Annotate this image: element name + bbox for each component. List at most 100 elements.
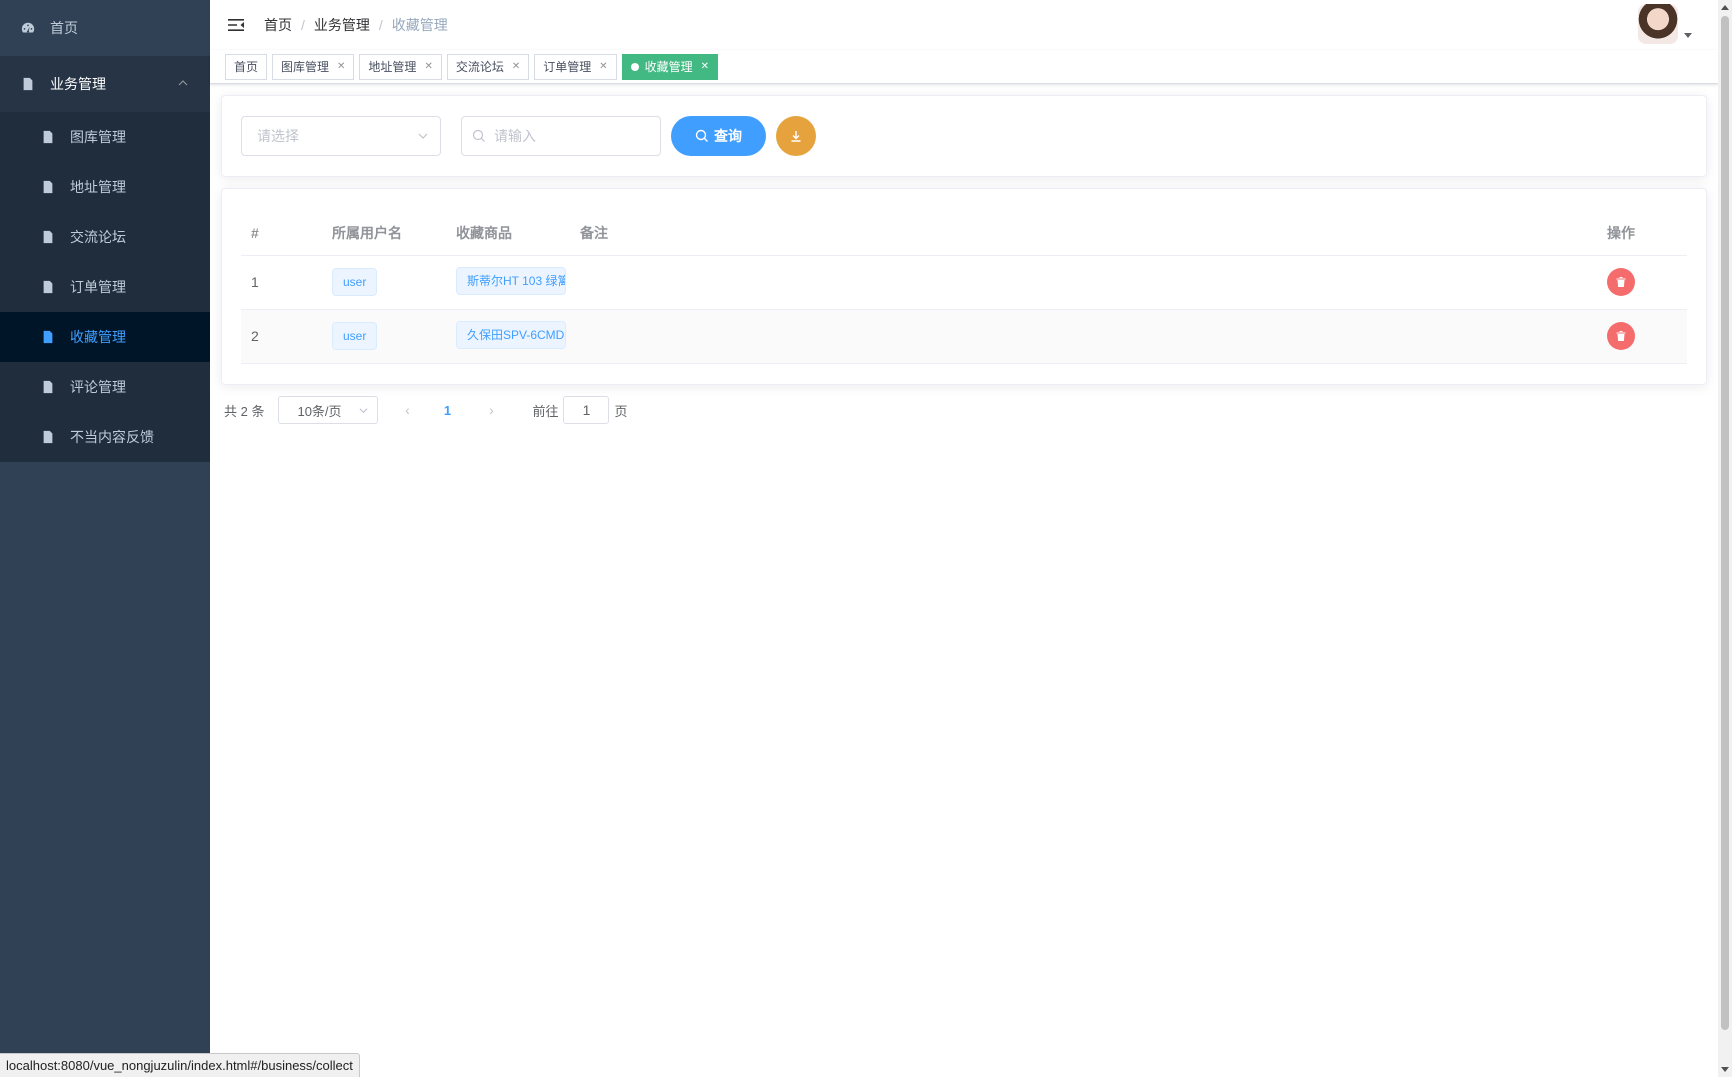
tag-collect[interactable]: 收藏管理 ✕ <box>621 53 719 80</box>
sidebar-item-label: 收藏管理 <box>70 329 126 345</box>
sidebar-item-forum[interactable]: 交流论坛 <box>0 212 210 262</box>
close-icon[interactable]: ✕ <box>424 61 432 72</box>
close-icon[interactable]: ✕ <box>337 61 345 72</box>
query-button[interactable]: 查询 <box>671 116 766 156</box>
download-icon <box>791 131 801 142</box>
chevron-down-icon <box>418 133 428 139</box>
tag-gallery[interactable]: 图库管理 ✕ <box>272 53 355 80</box>
tag-label: 首页 <box>234 60 259 74</box>
sidebar-submenu: 图库管理 地址管理 交流论坛 订单管理 收藏管理 评论管理 不当内容反馈 <box>0 112 210 462</box>
tag-label: 交流论坛 <box>455 60 504 74</box>
prev-page-button[interactable]: ‹ <box>392 402 422 418</box>
column-header-product: 收藏商品 <box>446 211 570 256</box>
sidebar-group-business[interactable]: 业务管理 <box>0 56 210 112</box>
next-page-button[interactable]: › <box>476 402 506 418</box>
delete-button[interactable] <box>1607 268 1635 296</box>
column-header-remark: 备注 <box>570 211 1597 256</box>
breadcrumb-separator: / <box>301 17 305 33</box>
navbar: 首页 / 业务管理 / 收藏管理 <box>210 0 1718 50</box>
tag-forum[interactable]: 交流论坛 ✕ <box>446 53 530 80</box>
sidebar-item-address[interactable]: 地址管理 <box>0 162 210 212</box>
sidebar-item-label: 交流论坛 <box>70 229 126 245</box>
breadcrumb-separator: / <box>378 17 383 33</box>
tags-view: 首页 图库管理 ✕ 地址管理 ✕ 交流论坛 ✕ 订单管理 ✕ 收藏管理 ✕ <box>210 50 1718 84</box>
tag-home[interactable]: 首页 <box>225 53 268 80</box>
sidebar-item-label: 评论管理 <box>70 379 126 395</box>
search-select[interactable]: 请选择 <box>241 116 441 156</box>
cell-actions <box>1597 255 1687 310</box>
document-icon <box>20 76 36 92</box>
goto-suffix: 页 <box>614 403 628 419</box>
document-icon <box>40 279 56 295</box>
sidebar-item-gallery[interactable]: 图库管理 <box>0 112 210 162</box>
search-icon <box>472 129 485 142</box>
column-header-index: # <box>241 211 322 256</box>
select-placeholder: 请选择 <box>257 128 299 144</box>
tag-label: 收藏管理 <box>644 60 693 74</box>
product-tag: 斯蒂尔HT 103 绿篱 <box>456 266 566 295</box>
sidebar-group-label: 业务管理 <box>50 76 106 92</box>
sidebar-item-label: 不当内容反馈 <box>70 429 154 445</box>
document-icon <box>40 129 56 145</box>
sidebar-item-home[interactable]: 首页 <box>0 0 210 56</box>
tag-orders[interactable]: 订单管理 ✕ <box>534 53 617 80</box>
delete-button[interactable] <box>1607 322 1635 350</box>
user-menu[interactable] <box>1638 4 1692 44</box>
sidebar-item-feedback[interactable]: 不当内容反馈 <box>0 412 210 462</box>
cell-product: 久保田SPV-6CMD <box>446 309 570 364</box>
document-icon <box>40 379 56 395</box>
cell-remark <box>570 309 1597 364</box>
column-header-actions: 操作 <box>1597 211 1687 256</box>
vertical-scrollbar[interactable] <box>1718 0 1732 1077</box>
document-icon <box>40 229 56 245</box>
tag-label: 订单管理 <box>543 60 592 74</box>
chevron-up-icon <box>178 80 188 86</box>
sidebar-item-comments[interactable]: 评论管理 <box>0 362 210 412</box>
main-area: 首页 / 业务管理 / 收藏管理 首页 图库管理 ✕ 地址管理 ✕ 交流论坛 ✕… <box>210 0 1718 1077</box>
tag-address[interactable]: 地址管理 ✕ <box>359 53 442 80</box>
pagination: 共 2 条 10条/页 ‹ 1 › 前往 1 页 <box>224 396 628 424</box>
hamburger-icon[interactable] <box>226 15 246 35</box>
sidebar-item-label: 图库管理 <box>70 129 126 145</box>
cell-index: 2 <box>241 309 322 364</box>
table-header-row: # 所属用户名 收藏商品 备注 操作 <box>241 211 1687 256</box>
avatar[interactable] <box>1638 4 1678 44</box>
user-tag: user <box>332 268 378 296</box>
table-row: 2 user 久保田SPV-6CMD <box>241 309 1687 364</box>
scrollbar-thumb[interactable] <box>1721 16 1729 1030</box>
cell-user: user <box>322 255 446 310</box>
breadcrumb-item-home[interactable]: 首页 <box>264 15 292 35</box>
scroll-down-arrow-icon[interactable] <box>1721 1067 1729 1072</box>
cell-index: 1 <box>241 255 322 310</box>
page-size-value: 10条/页 <box>297 403 342 419</box>
close-icon[interactable]: ✕ <box>599 61 607 72</box>
page-number-current[interactable]: 1 <box>432 403 462 418</box>
pagination-total: 共 2 条 <box>224 403 265 419</box>
close-icon[interactable]: ✕ <box>512 61 520 72</box>
user-tag: user <box>332 322 378 350</box>
breadcrumb-item-business[interactable]: 业务管理 <box>314 15 370 35</box>
input-placeholder: 请输入 <box>494 128 536 144</box>
document-icon <box>40 429 56 445</box>
chevron-down-icon <box>359 408 368 414</box>
scroll-up-arrow-icon[interactable] <box>1721 5 1729 10</box>
sidebar-item-collect[interactable]: 收藏管理 <box>0 312 210 362</box>
page-size-select[interactable]: 10条/页 <box>278 396 379 424</box>
cell-user: user <box>322 309 446 364</box>
query-label: 查询 <box>714 128 742 144</box>
cell-actions <box>1597 309 1687 364</box>
download-button[interactable] <box>776 116 816 156</box>
dashboard-icon <box>20 20 36 36</box>
trash-icon <box>1616 277 1626 287</box>
sidebar: 首页 业务管理 图库管理 地址管理 交流论坛 订单管理 收藏管理 评论管理 不当… <box>0 0 210 1077</box>
page-jumper: 前往 1 页 <box>532 396 628 424</box>
sidebar-item-orders[interactable]: 订单管理 <box>0 262 210 312</box>
collect-table: # 所属用户名 收藏商品 备注 操作 1 user 斯蒂尔HT 103 绿篱 2… <box>241 211 1687 364</box>
search-input[interactable]: 请输入 <box>461 116 661 156</box>
status-bar-url: localhost:8080/vue_nongjuzulin/index.htm… <box>0 1053 360 1077</box>
product-tag: 久保田SPV-6CMD <box>456 320 566 349</box>
close-icon[interactable]: ✕ <box>701 61 709 72</box>
tag-label: 地址管理 <box>368 60 417 74</box>
caret-down-icon[interactable] <box>1684 33 1692 38</box>
goto-page-input[interactable]: 1 <box>563 396 610 424</box>
